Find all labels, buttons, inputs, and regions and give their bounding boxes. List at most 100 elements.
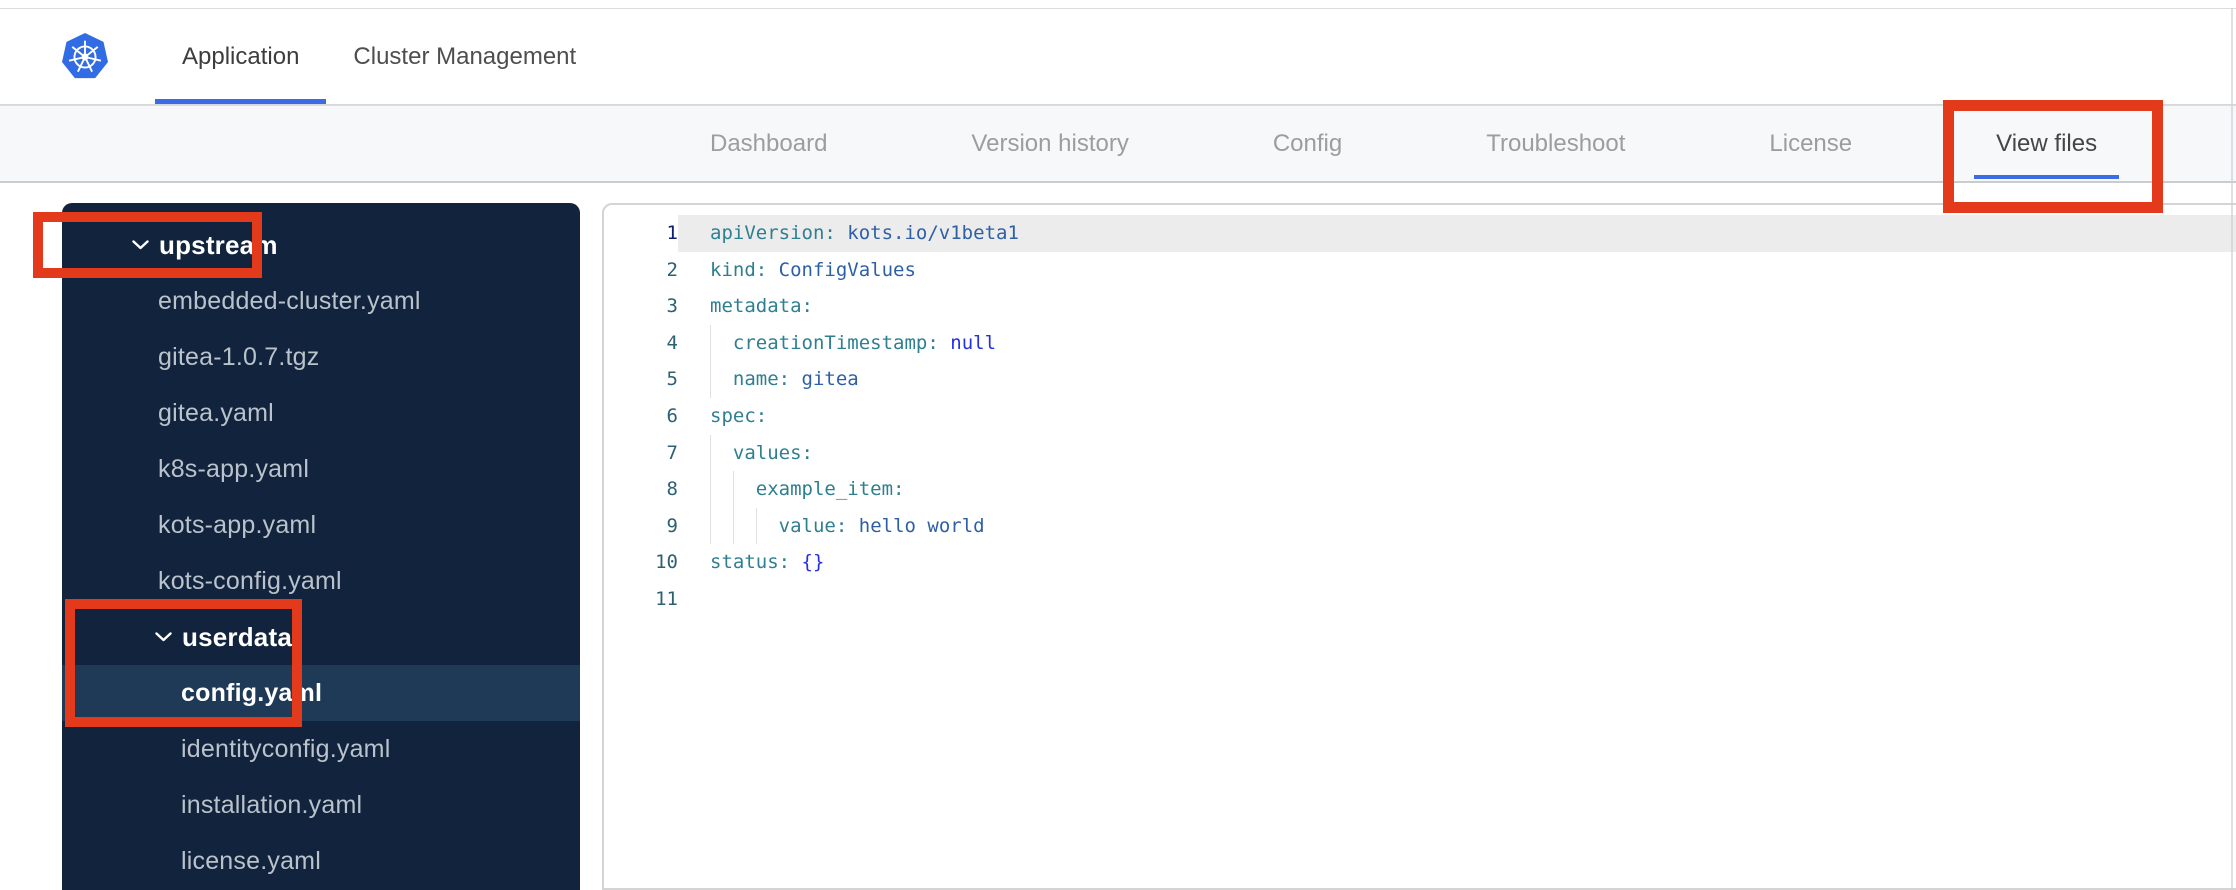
yaml-value: hello world (858, 514, 985, 537)
tree-file-embedded-cluster-yaml[interactable]: embedded-cluster.yaml (62, 273, 580, 329)
subnav-tab-dashboard[interactable]: Dashboard (688, 106, 849, 181)
line-number: 3 (666, 295, 678, 318)
tree-item-label: license.yaml (181, 846, 321, 875)
yaml-key: apiVersion: (710, 222, 836, 244)
tree-file-installation-yaml[interactable]: installation.yaml (62, 777, 580, 833)
code-content: value: hello world (678, 507, 2236, 545)
subnav-tab-label: Version history (971, 129, 1129, 157)
subnav-tab-label: License (1769, 129, 1853, 157)
yaml-value: ConfigValues (778, 258, 916, 281)
indent-guide (710, 434, 733, 472)
tree-folder-upstream[interactable]: upstream (62, 217, 580, 273)
tree-file-k8s-app-yaml[interactable]: k8s-app.yaml (62, 441, 580, 497)
tree-item-label: k8s-app.yaml (158, 454, 310, 483)
yaml-key: value: (778, 514, 848, 537)
subnav-tab-troubleshoot[interactable]: Troubleshoot (1464, 106, 1647, 181)
subnav-tab-license[interactable]: License (1747, 106, 1874, 181)
yaml-value: null (950, 331, 997, 354)
code-line-1: 1 apiVersion: kots.io/v1beta1 (604, 215, 2236, 252)
code-content: example_item: (678, 471, 2236, 508)
code-line-8: 8 example_item: (604, 471, 2236, 508)
chevron-down-icon (155, 632, 172, 642)
code-content: metadata: (678, 288, 2236, 325)
tab-application[interactable]: Application (155, 9, 327, 104)
code-content: values: (678, 434, 2236, 472)
code-content: creationTimestamp: null (678, 324, 2236, 362)
indent-guide (732, 507, 756, 545)
subnav-tab-view-files[interactable]: View files (1974, 106, 2120, 181)
code-line-7: 7 values: (604, 434, 2236, 472)
line-number: 11 (655, 587, 678, 610)
line-number: 5 (666, 368, 678, 391)
tree-file-license-yaml[interactable]: license.yaml (62, 833, 580, 889)
header-tabs: Application Cluster Management (155, 9, 603, 104)
indent-guide (710, 507, 733, 545)
tree-item-label: kots-config.yaml (158, 566, 342, 595)
yaml-key: name: (732, 368, 791, 391)
code-line-5: 5 name: gitea (604, 361, 2236, 398)
code-content: status: {} (678, 544, 2236, 581)
tree-file-gitea-1-0-7-tgz[interactable]: gitea-1.0.7.tgz (62, 329, 580, 385)
code-line-10: 10 status: {} (604, 544, 2236, 581)
tree-item-label: upstream (159, 229, 278, 260)
yaml-value: {} (801, 551, 825, 574)
tree-file-kots-config-yaml[interactable]: kots-config.yaml (62, 553, 580, 609)
chevron-down-icon (132, 240, 149, 250)
tab-label: Application (182, 42, 300, 70)
tree-item-label: gitea-1.0.7.tgz (158, 342, 320, 371)
tree-file-identityconfig-yaml[interactable]: identityconfig.yaml (62, 721, 580, 777)
yaml-key: status: (710, 551, 791, 574)
tree-item-label: embedded-cluster.yaml (158, 286, 421, 315)
tree-item-label: kots-app.yaml (158, 510, 317, 539)
code-line-9: 9 value: hello world (604, 507, 2236, 545)
yaml-value: gitea (801, 368, 859, 391)
indent-guide (732, 471, 756, 508)
code-content: name: gitea (678, 361, 2236, 398)
line-number: 6 (666, 404, 678, 427)
subnav-tab-config[interactable]: Config (1251, 106, 1364, 181)
code-content: spec: (678, 398, 2236, 435)
line-number: 10 (655, 551, 678, 574)
indent-guide (710, 324, 733, 362)
code-line-4: 4 creationTimestamp: null (604, 324, 2236, 362)
file-tree-sidebar: upstream embedded-cluster.yaml gitea-1.0.7… (62, 203, 580, 890)
code-line-11: 11 (604, 581, 2236, 618)
yaml-key: spec: (710, 404, 768, 427)
indent-guide (710, 471, 733, 508)
line-number: 8 (666, 478, 678, 501)
yaml-key: values: (732, 441, 813, 464)
kubernetes-icon (62, 31, 108, 83)
tree-item-label: identityconfig.yaml (181, 734, 391, 763)
tree-file-config-yaml[interactable]: config.yaml (62, 665, 580, 721)
line-number: 7 (666, 441, 678, 464)
yaml-key: example_item: (755, 478, 905, 501)
line-number: 2 (666, 258, 678, 281)
yaml-key: kind: (710, 258, 768, 281)
yaml-key: metadata: (710, 295, 813, 318)
app-header: Application Cluster Management (0, 9, 2236, 105)
line-number: 4 (666, 331, 678, 354)
indent-guide (755, 507, 779, 545)
subnav-tab-version-history[interactable]: Version history (949, 106, 1150, 181)
app-subnav: Dashboard Version history Config Troublesho… (0, 105, 2236, 183)
indent-guide (710, 361, 733, 398)
subnav-tab-label: View files (1996, 129, 2098, 157)
tree-file-kots-app-yaml[interactable]: kots-app.yaml (62, 497, 580, 553)
tree-folder-userdata[interactable]: userdata (62, 609, 580, 665)
kots-admin-console: Application Cluster Management Dashboard V… (0, 0, 2236, 890)
yaml-file-viewer[interactable]: 1 apiVersion: kots.io/v1beta1 2 kind: Confi… (602, 203, 2236, 890)
tree-item-label: gitea.yaml (158, 398, 274, 427)
tree-item-label: config.yaml (181, 678, 323, 707)
code-content (678, 581, 2236, 618)
code-content: apiVersion: kots.io/v1beta1 (678, 215, 2236, 252)
line-number: 1 (666, 222, 678, 244)
tree-item-label: userdata (182, 621, 292, 652)
code-line-2: 2 kind: ConfigValues (604, 252, 2236, 289)
line-number: 9 (666, 514, 678, 537)
yaml-value: kots.io/v1beta1 (847, 222, 1019, 244)
tree-file-gitea-yaml[interactable]: gitea.yaml (62, 385, 580, 441)
tab-cluster-management[interactable]: Cluster Management (326, 9, 603, 104)
right-edge-divider (2231, 8, 2233, 890)
code-line-6: 6 spec: (604, 398, 2236, 435)
code-line-3: 3 metadata: (604, 288, 2236, 325)
